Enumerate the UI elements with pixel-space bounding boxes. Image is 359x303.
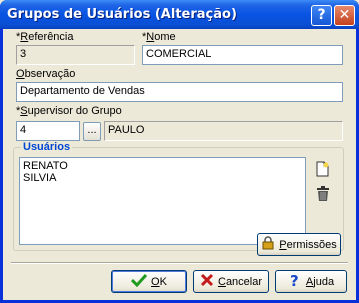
referencia-label: *Referência xyxy=(16,31,74,43)
cancel-x-icon xyxy=(200,273,214,290)
referencia-field: 3 xyxy=(16,45,135,65)
supervisor-code-input[interactable]: 4 xyxy=(16,121,80,141)
lock-icon xyxy=(261,236,275,253)
permissoes-label: Permissões xyxy=(279,238,337,251)
nome-label: *Nome xyxy=(142,31,176,43)
ajuda-button[interactable]: ? Ajuda xyxy=(275,270,347,293)
ok-button[interactable]: OK xyxy=(111,270,187,293)
trash-icon[interactable] xyxy=(316,186,330,205)
dialog-body: *Referência 3 *Nome COMERCIAL Observação… xyxy=(3,29,356,300)
help-question-icon: ? xyxy=(288,272,302,291)
svg-text:?: ? xyxy=(290,272,299,288)
new-document-icon[interactable] xyxy=(316,161,330,180)
usuarios-list[interactable]: RENATO SILVIA xyxy=(19,157,306,245)
observacao-label: Observação xyxy=(16,68,76,80)
check-icon xyxy=(130,273,148,290)
supervisor-name-field: PAULO xyxy=(104,121,343,141)
nome-input[interactable]: COMERCIAL xyxy=(142,45,343,65)
cancelar-button[interactable]: Cancelar xyxy=(193,270,269,293)
usuarios-group-title: Usuários xyxy=(21,141,73,153)
footer-separator xyxy=(11,262,348,264)
cancelar-label: Cancelar xyxy=(217,275,263,288)
supervisor-lookup-button[interactable]: ... xyxy=(83,122,101,141)
window-title: Grupos de Usuários (Alteração) xyxy=(7,7,237,22)
dialog-window: Grupos de Usuários (Alteração) ? ✕ *Refe… xyxy=(0,0,359,303)
permissoes-button[interactable]: Permissões xyxy=(257,233,341,256)
list-item[interactable]: RENATO xyxy=(23,160,302,172)
ajuda-label: Ajuda xyxy=(305,275,335,288)
ok-label: OK xyxy=(151,275,167,288)
supervisor-label: *Supervisor do Grupo xyxy=(16,105,122,117)
list-item[interactable]: SILVIA xyxy=(23,172,302,184)
title-close-button[interactable]: ✕ xyxy=(334,5,355,26)
observacao-input[interactable]: Departamento de Vendas xyxy=(16,82,343,102)
title-help-button[interactable]: ? xyxy=(311,5,332,26)
title-bar[interactable]: Grupos de Usuários (Alteração) ? ✕ xyxy=(0,0,359,29)
